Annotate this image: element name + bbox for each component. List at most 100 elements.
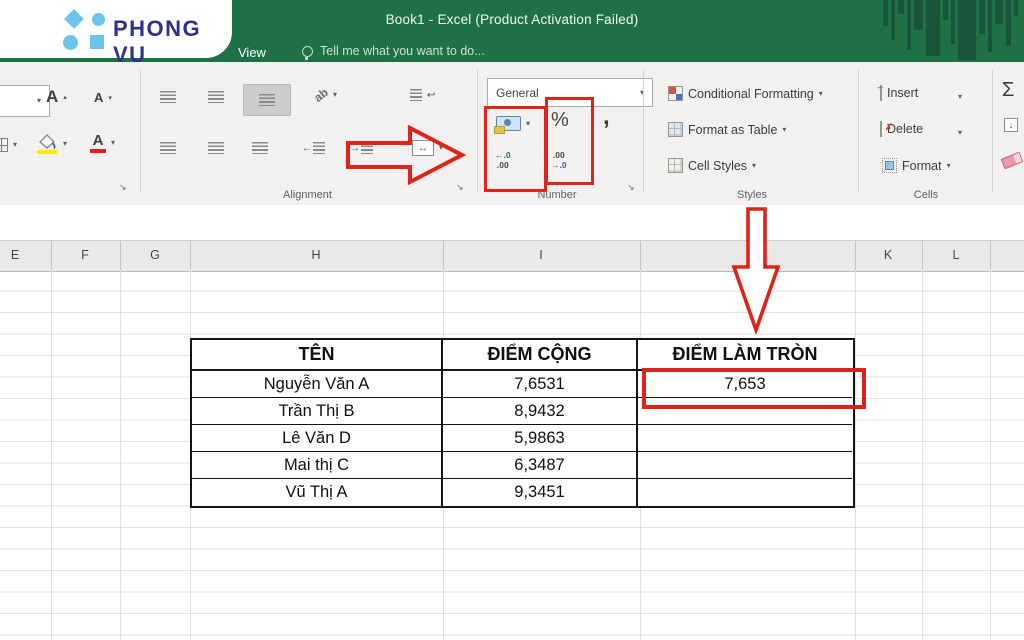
orientation-icon: ab — [311, 85, 331, 105]
table-row: Vũ Thị A 9,3451 — [192, 479, 853, 506]
align-right-button[interactable] — [252, 142, 268, 154]
decorative-pattern — [883, 0, 1018, 62]
alignment-group-label: Alignment — [283, 189, 332, 201]
table-cell[interactable] — [638, 425, 852, 452]
borders-button[interactable]: ▾ — [0, 138, 17, 152]
table-cell[interactable]: Mai thị C — [192, 452, 443, 479]
table-cell[interactable]: 6,3487 — [443, 452, 638, 479]
conditional-formatting-button[interactable]: Conditional Formatting ▾ — [668, 86, 823, 101]
fill-button[interactable]: ↓ — [1004, 118, 1018, 132]
table-cell[interactable]: Trần Thị B — [192, 398, 443, 425]
format-as-table-icon — [668, 122, 683, 137]
autosum-button[interactable]: Σ — [1002, 79, 1014, 102]
shrink-font-button[interactable]: A ▾ — [94, 90, 112, 105]
column-header-e[interactable]: E — [6, 248, 24, 262]
table-cell[interactable] — [638, 479, 852, 506]
align-left-icon — [160, 142, 176, 154]
wrap-text-icon: ↩ — [427, 89, 436, 101]
logo-circle-icon — [63, 35, 78, 50]
styles-group-label: Styles — [737, 189, 767, 201]
decrease-indent-icon — [313, 142, 325, 154]
tell-me-box[interactable]: Tell me what you want to do... — [302, 44, 485, 60]
sigma-icon: Σ — [1002, 79, 1015, 101]
conditional-formatting-icon — [668, 86, 683, 101]
table-row: Mai thị C 6,3487 — [192, 452, 853, 479]
align-top-icon — [160, 91, 176, 103]
comma-icon: , — [603, 103, 610, 130]
column-header-h[interactable]: H — [307, 248, 325, 262]
align-bottom-button[interactable] — [243, 84, 291, 116]
font-color-button[interactable]: A ▾ — [90, 133, 115, 153]
comma-style-button[interactable]: , — [603, 103, 610, 131]
clear-button[interactable] — [1000, 151, 1024, 170]
format-as-table-button[interactable]: Format as Table ▾ — [668, 122, 786, 137]
table-row: Lê Văn D 5,9863 — [192, 425, 853, 452]
align-middle-button[interactable] — [208, 91, 224, 103]
eraser-icon — [1000, 151, 1024, 170]
align-middle-icon — [208, 91, 224, 103]
font-dialog-launcher[interactable]: ↘ — [119, 182, 127, 193]
cell-styles-button[interactable]: Cell Styles ▾ — [668, 158, 756, 173]
column-header-row: E F G H I J K L — [0, 240, 1024, 272]
cell-styles-icon — [668, 158, 683, 173]
number-dialog-launcher[interactable]: ↘ — [627, 182, 635, 193]
logo-square-icon — [90, 35, 104, 49]
paint-bucket-icon — [36, 134, 58, 154]
table-header-diem-lam-tron[interactable]: ĐIỂM LÀM TRÒN — [638, 340, 852, 371]
table-cell[interactable]: Nguyễn Văn A — [192, 371, 443, 398]
align-left-button[interactable] — [160, 142, 176, 154]
logo-circle-icon — [92, 13, 105, 26]
font-size-combo[interactable]: ▾ — [0, 85, 50, 117]
orientation-button[interactable]: ab ▾ — [311, 85, 337, 105]
delete-caret[interactable]: ▾ — [958, 129, 962, 137]
wrap-text-button[interactable]: ↩ — [410, 89, 435, 101]
table-cell[interactable] — [638, 452, 852, 479]
fill-color-button[interactable]: ▾ — [36, 134, 67, 154]
align-center-icon — [208, 142, 224, 154]
align-bottom-icon — [259, 94, 275, 106]
delete-cells-button[interactable]: ✗ Delete — [880, 121, 923, 137]
column-header-i[interactable]: I — [532, 248, 550, 262]
format-cells-icon — [882, 158, 897, 173]
borders-icon — [0, 138, 8, 152]
table-header-row: TÊN ĐIỂM CỘNG ĐIỂM LÀM TRÒN — [192, 340, 853, 371]
insert-caret[interactable]: ▾ — [958, 93, 962, 101]
grow-font-button[interactable]: A ▴ — [46, 87, 67, 107]
phongvu-logo: PHONG VU — [0, 0, 232, 67]
annotation-box-percent — [545, 97, 594, 185]
data-table: TÊN ĐIỂM CỘNG ĐIỂM LÀM TRÒN Nguyễn Văn A… — [190, 338, 855, 508]
column-header-l[interactable]: L — [947, 248, 965, 262]
table-cell[interactable]: 7,6531 — [443, 371, 638, 398]
formula-bar-area — [0, 205, 1024, 240]
lightbulb-icon — [302, 45, 313, 60]
align-center-button[interactable] — [208, 142, 224, 154]
align-top-button[interactable] — [160, 91, 176, 103]
annotation-arrow-right — [346, 124, 467, 186]
align-right-icon — [252, 142, 268, 154]
tab-view[interactable]: View — [238, 45, 266, 60]
delete-cells-icon: ✗ — [880, 121, 893, 137]
annotation-box-result-cell — [642, 368, 866, 409]
format-cells-button[interactable]: Format ▾ — [882, 158, 951, 173]
table-cell[interactable]: 9,3451 — [443, 479, 638, 506]
annotation-box-accounting — [484, 106, 547, 192]
column-header-f[interactable]: F — [76, 248, 94, 262]
cells-group-label: Cells — [913, 189, 939, 201]
logo-text: PHONG VU — [113, 16, 202, 67]
table-header-ten[interactable]: TÊN — [192, 340, 443, 371]
font-color-icon: A — [90, 133, 106, 153]
table-cell[interactable]: Lê Văn D — [192, 425, 443, 452]
annotation-arrow-down — [731, 207, 781, 334]
fill-icon: ↓ — [1004, 118, 1018, 132]
tell-me-label: Tell me what you want to do... — [320, 44, 485, 58]
logo-diamond-icon — [64, 9, 84, 29]
column-header-g[interactable]: G — [146, 248, 164, 262]
decrease-indent-button[interactable]: ← — [302, 142, 325, 154]
table-cell[interactable]: Vũ Thị A — [192, 479, 443, 506]
table-cell[interactable]: 5,9863 — [443, 425, 638, 452]
table-header-diem-cong[interactable]: ĐIỂM CỘNG — [443, 340, 638, 371]
table-cell[interactable]: 8,9432 — [443, 398, 638, 425]
insert-cells-button[interactable]: ← Insert — [876, 82, 918, 101]
insert-cells-icon: ← — [876, 82, 885, 101]
column-header-k[interactable]: K — [879, 248, 897, 262]
